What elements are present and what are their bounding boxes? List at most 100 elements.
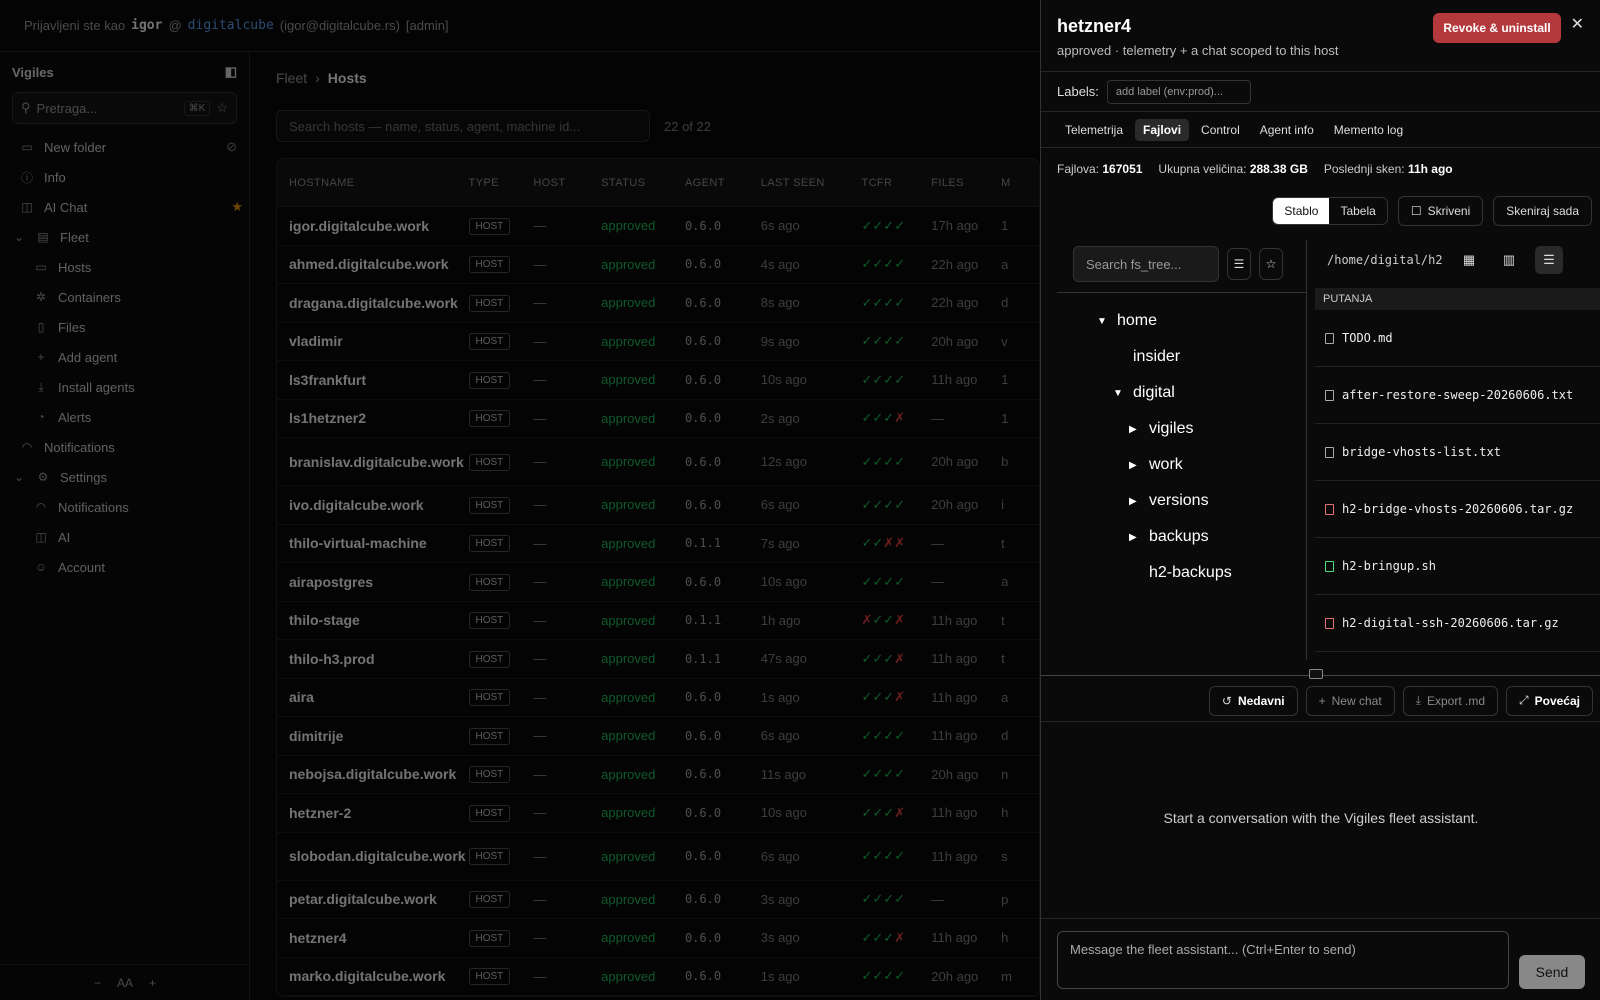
tab-fajlovi[interactable]: Fajlovi <box>1135 118 1190 141</box>
tree-node[interactable]: insider <box>1057 339 1307 375</box>
column-header[interactable]: HOST <box>533 177 601 189</box>
view-tree-button[interactable]: Stablo <box>1273 198 1330 224</box>
tree-node[interactable]: ▶ backups <box>1057 519 1307 555</box>
table-row[interactable]: ivo.digitalcube.work HOST — approved 0.6.0 6s… <box>277 486 1039 525</box>
sidebar-item[interactable]: ⌄ ⚙ Settings <box>0 462 249 492</box>
favorite-star-icon[interactable]: ★ <box>231 199 243 215</box>
tab-memento-log[interactable]: Memento log <box>1326 119 1411 141</box>
table-row[interactable]: hetzner-2 HOST — approved 0.6.0 10s ago ✓✓✓✗ 11… <box>277 794 1039 833</box>
tab-telemetrija[interactable]: Telemetrija <box>1057 119 1131 141</box>
view-table-button[interactable]: Tabela <box>1329 198 1386 224</box>
font-increase-button[interactable]: + <box>149 976 156 990</box>
grid-view-icon[interactable]: ▦ <box>1455 246 1483 274</box>
table-row[interactable]: airapostgres HOST — approved 0.6.0 10s ago ✓✓✓… <box>277 563 1039 602</box>
sidebar-item[interactable]: ✲ Containers <box>0 282 249 312</box>
column-header[interactable]: AGENT <box>685 177 761 189</box>
tree-node[interactable]: ▶ versions <box>1057 483 1307 519</box>
sidebar-search[interactable]: ⚲ Pretraga... ⌘K ☆ <box>12 92 237 124</box>
collapse-sidebar-icon[interactable]: ◧ <box>225 64 237 80</box>
sidebar-item[interactable]: + Add agent <box>0 342 249 372</box>
column-header[interactable]: M <box>1001 177 1039 189</box>
table-row[interactable]: thilo-virtual-machine HOST — approved 0.1.1 7… <box>277 525 1039 563</box>
table-row[interactable]: igor.digitalcube.work HOST — approved 0.6.0 6… <box>277 207 1039 246</box>
file-row[interactable]: h2-bridge-vhosts-20260606.tar.gz <box>1315 481 1600 538</box>
table-row[interactable]: dimitrije HOST — approved 0.6.0 6s ago ✓✓✓✓ 11h… <box>277 717 1039 756</box>
column-header[interactable]: FILES <box>931 177 1001 189</box>
tree-node[interactable]: ▶ vigiles <box>1057 411 1307 447</box>
hidden-files-toggle[interactable]: ☐ Skriveni <box>1397 196 1484 226</box>
table-row[interactable]: ls1hetzner2 HOST — approved 0.6.0 2s ago ✓✓✓✗ —… <box>277 400 1039 438</box>
chevron-icon[interactable]: ▼ <box>1097 316 1109 327</box>
column-header[interactable]: LAST SEEN <box>761 177 862 189</box>
chat-message-input[interactable]: Message the fleet assistant... (Ctrl+Ent… <box>1057 931 1509 989</box>
table-row[interactable]: dragana.digitalcube.work HOST — approved 0.6… <box>277 284 1039 323</box>
sidebar-item[interactable]: ▭ New folder ⊘ <box>0 132 249 162</box>
chevron-down-icon[interactable]: ⌄ <box>12 470 26 484</box>
chevron-icon[interactable]: ▶ <box>1129 496 1141 507</box>
table-row[interactable]: nebojsa.digitalcube.work HOST — approved 0.6… <box>277 756 1039 794</box>
table-row[interactable]: thilo-stage HOST — approved 0.1.1 1h ago ✗✓✓✗ 1… <box>277 602 1039 640</box>
column-header[interactable]: HOSTNAME <box>277 177 469 189</box>
table-row[interactable]: petar.digitalcube.work HOST — approved 0.6.0… <box>277 881 1039 919</box>
hidden-eye-icon[interactable]: ⊘ <box>226 139 237 155</box>
chevron-down-icon[interactable]: ⌄ <box>12 230 26 244</box>
table-row[interactable]: branislav.digitalcube.work HOST — approved 0… <box>277 438 1039 486</box>
host-search-input[interactable]: Search hosts — name, status, agent, mach… <box>276 110 650 142</box>
sidebar-item[interactable]: ▭ Hosts <box>0 252 249 282</box>
columns-view-icon[interactable]: ▥ <box>1495 246 1523 274</box>
list-view-icon[interactable]: ☰ <box>1535 246 1563 274</box>
file-row[interactable]: after-restore-sweep-20260606.txt <box>1315 367 1600 424</box>
sidebar-item[interactable]: ◠ Notifications <box>0 492 249 522</box>
chevron-icon[interactable]: ▼ <box>1113 388 1125 399</box>
file-row[interactable]: bridge-vhosts-list.txt <box>1315 424 1600 481</box>
file-row[interactable]: h2-digital-ssh-20260606.tar.gz <box>1315 595 1600 652</box>
sidebar-item[interactable]: ☺ Account <box>0 552 249 582</box>
scan-now-button[interactable]: Skeniraj sada <box>1493 196 1592 226</box>
table-row[interactable]: ahmed.digitalcube.work HOST — approved 0.6.0… <box>277 246 1039 284</box>
filter-sliders-icon[interactable]: ☰ <box>1227 248 1251 280</box>
sidebar-item[interactable]: ◠ Notifications <box>0 432 249 462</box>
favorite-star-icon[interactable]: ☆ <box>1259 248 1283 280</box>
fs-tree-search-input[interactable]: Search fs_tree... <box>1073 246 1219 282</box>
sidebar-item[interactable]: ◫ AI Chat ★ <box>0 192 249 222</box>
revoke-uninstall-button[interactable]: Revoke & uninstall <box>1433 13 1561 43</box>
table-row[interactable]: hetzner4 HOST — approved 0.6.0 3s ago ✓✓✓✗ 11h … <box>277 919 1039 958</box>
resize-handle-icon[interactable] <box>1309 669 1323 679</box>
recent-chats-button[interactable]: ↺ Nedavni <box>1208 685 1298 716</box>
chevron-icon[interactable]: ▶ <box>1129 460 1141 471</box>
table-row[interactable]: slobodan.digitalcube.work HOST — approved 0.… <box>277 833 1039 881</box>
new-chat-button[interactable]: + New chat <box>1305 685 1395 716</box>
tree-node[interactable]: ▼ home <box>1057 303 1307 339</box>
file-row[interactable]: TODO.md <box>1315 310 1600 367</box>
close-icon[interactable]: ✕ <box>1571 14 1584 34</box>
tree-node[interactable]: h2-backups <box>1057 555 1307 591</box>
sidebar-item[interactable]: ◫ AI <box>0 522 249 552</box>
favorite-star-icon[interactable]: ☆ <box>216 100 228 116</box>
column-header[interactable]: STATUS <box>601 177 685 189</box>
tab-control[interactable]: Control <box>1193 119 1248 141</box>
sidebar-item[interactable]: ⓘ Info <box>0 162 249 192</box>
sidebar-item[interactable]: ◔ Alerts <box>0 402 249 432</box>
file-row[interactable]: h2-bringup.sh <box>1315 538 1600 595</box>
chevron-icon[interactable]: ▶ <box>1129 424 1141 435</box>
expand-chat-button[interactable]: ⤢ Povećaj <box>1506 685 1593 716</box>
add-label-input[interactable]: add label (env:prod)... <box>1106 79 1251 104</box>
tree-node[interactable]: ▶ work <box>1057 447 1307 483</box>
sidebar-item[interactable]: ▯ Files <box>0 312 249 342</box>
table-row[interactable]: vladimir HOST — approved 0.6.0 9s ago ✓✓✓✓ 20h … <box>277 323 1039 361</box>
table-row[interactable]: ls3frankfurt HOST — approved 0.6.0 10s ago ✓✓✓… <box>277 361 1039 400</box>
tab-agent-info[interactable]: Agent info <box>1252 119 1322 141</box>
send-button[interactable]: Send <box>1519 955 1585 989</box>
breadcrumb-fleet[interactable]: Fleet <box>276 70 307 86</box>
table-row[interactable]: thilo-h3.prod HOST — approved 0.1.1 47s ago ✓✓… <box>277 640 1039 679</box>
export-md-button[interactable]: ⤓ Export .md <box>1402 685 1499 716</box>
table-row[interactable]: marko.digitalcube.work HOST — approved 0.6.0… <box>277 958 1039 996</box>
tree-node[interactable]: ▼ digital <box>1057 375 1307 411</box>
sidebar-item[interactable]: ⌄ ▤ Fleet <box>0 222 249 252</box>
font-decrease-button[interactable]: − <box>94 976 101 990</box>
sidebar-item[interactable]: ⤓ Install agents <box>0 372 249 402</box>
column-header[interactable]: TYPE <box>469 177 534 189</box>
table-row[interactable]: aira HOST — approved 0.6.0 1s ago ✓✓✓✗ 11h ago a <box>277 679 1039 717</box>
column-header[interactable]: TCFR <box>861 177 931 189</box>
chevron-icon[interactable]: ▶ <box>1129 532 1141 543</box>
